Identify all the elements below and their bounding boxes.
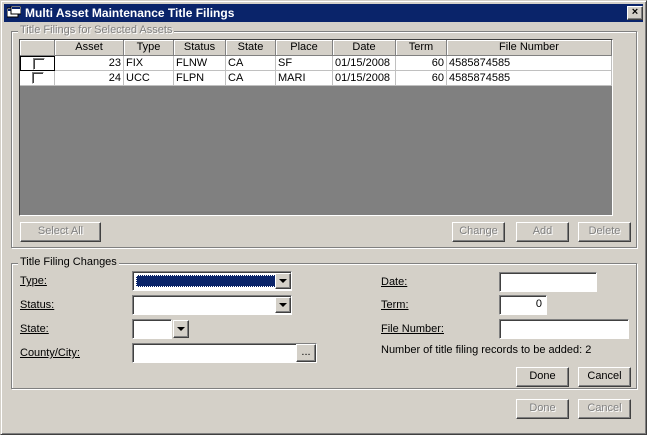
term-label: Term:: [381, 299, 409, 311]
column-header-status[interactable]: Status: [174, 40, 226, 56]
chevron-down-icon: [279, 279, 287, 283]
selected-assets-group-label: Title Filings for Selected Assets: [18, 24, 175, 36]
cell-status: FLNW: [174, 56, 226, 71]
cell-asset: 23: [55, 56, 124, 71]
row-select-cell[interactable]: [20, 71, 55, 86]
close-icon: ×: [631, 6, 639, 18]
cell-term: 60: [396, 56, 447, 71]
change-button[interactable]: Change: [452, 222, 505, 242]
status-select[interactable]: [132, 295, 292, 315]
cell-state: CA: [226, 71, 276, 86]
term-field[interactable]: 0: [499, 295, 547, 315]
column-header-place[interactable]: Place: [276, 40, 333, 56]
type-label: Type:: [20, 275, 47, 287]
row-select-cell[interactable]: [20, 56, 55, 71]
chevron-down-icon: [177, 327, 185, 331]
status-label: Status:: [20, 299, 55, 311]
row-checkbox[interactable]: [32, 72, 44, 84]
column-header-date[interactable]: Date: [333, 40, 396, 56]
window-title: Multi Asset Maintenance Title Filings: [25, 6, 235, 20]
cell-status: FLPN: [174, 71, 226, 86]
column-header-file-number[interactable]: File Number: [447, 40, 612, 56]
date-label: Date:: [381, 276, 408, 288]
cell-asset: 24: [55, 71, 124, 86]
close-button[interactable]: ×: [627, 6, 643, 20]
title-filings-grid[interactable]: Asset Type Status State Place Date Term …: [19, 39, 613, 216]
column-header-select[interactable]: [20, 40, 55, 56]
status-dropdown-button[interactable]: [275, 297, 291, 313]
cell-place: MARI: [276, 71, 333, 86]
row-checkbox[interactable]: [33, 58, 45, 70]
dialog-window: Multi Asset Maintenance Title Filings × …: [0, 0, 647, 435]
county-city-browse-button[interactable]: ...: [296, 344, 316, 362]
type-select[interactable]: [132, 271, 292, 291]
ellipsis-icon: ...: [301, 346, 311, 358]
county-city-field[interactable]: [132, 343, 317, 363]
column-header-state[interactable]: State: [226, 40, 276, 56]
select-all-button[interactable]: Select All: [20, 222, 101, 242]
window-app-icon: [7, 6, 21, 18]
cell-file-number: 4585874585: [447, 56, 612, 71]
changes-group-label: Title Filing Changes: [18, 256, 119, 268]
cancel-button[interactable]: Cancel: [578, 399, 631, 419]
date-field[interactable]: [499, 272, 597, 292]
state-dropdown-button[interactable]: [173, 320, 189, 338]
delete-button[interactable]: Delete: [578, 222, 631, 242]
type-dropdown-button[interactable]: [275, 273, 291, 289]
add-button[interactable]: Add: [516, 222, 569, 242]
state-label: State:: [20, 323, 49, 335]
changes-cancel-button[interactable]: Cancel: [578, 367, 631, 387]
type-select-highlight: [136, 275, 276, 287]
done-button[interactable]: Done: [516, 399, 569, 419]
column-header-type[interactable]: Type: [124, 40, 174, 56]
column-header-term[interactable]: Term: [396, 40, 447, 56]
table-row[interactable]: 24 UCC FLPN CA MARI 01/15/2008 60 458587…: [20, 71, 612, 86]
county-city-label: County/City:: [20, 347, 80, 359]
changes-done-button[interactable]: Done: [516, 367, 569, 387]
cell-term: 60: [396, 71, 447, 86]
table-row[interactable]: 23 FIX FLNW CA SF 01/15/2008 60 45858745…: [20, 56, 612, 71]
title-bar[interactable]: Multi Asset Maintenance Title Filings ×: [4, 4, 643, 22]
cell-state: CA: [226, 56, 276, 71]
cell-date: 01/15/2008: [333, 71, 396, 86]
chevron-down-icon: [279, 303, 287, 307]
file-number-field[interactable]: [499, 319, 629, 339]
state-select[interactable]: [132, 319, 172, 339]
file-number-label: File Number:: [381, 323, 444, 335]
cell-file-number: 4585874585: [447, 71, 612, 86]
cell-type: FIX: [124, 56, 174, 71]
cell-date: 01/15/2008: [333, 56, 396, 71]
cell-place: SF: [276, 56, 333, 71]
column-header-asset[interactable]: Asset: [55, 40, 124, 56]
cell-type: UCC: [124, 71, 174, 86]
records-count-note: Number of title filing records to be add…: [381, 344, 592, 356]
